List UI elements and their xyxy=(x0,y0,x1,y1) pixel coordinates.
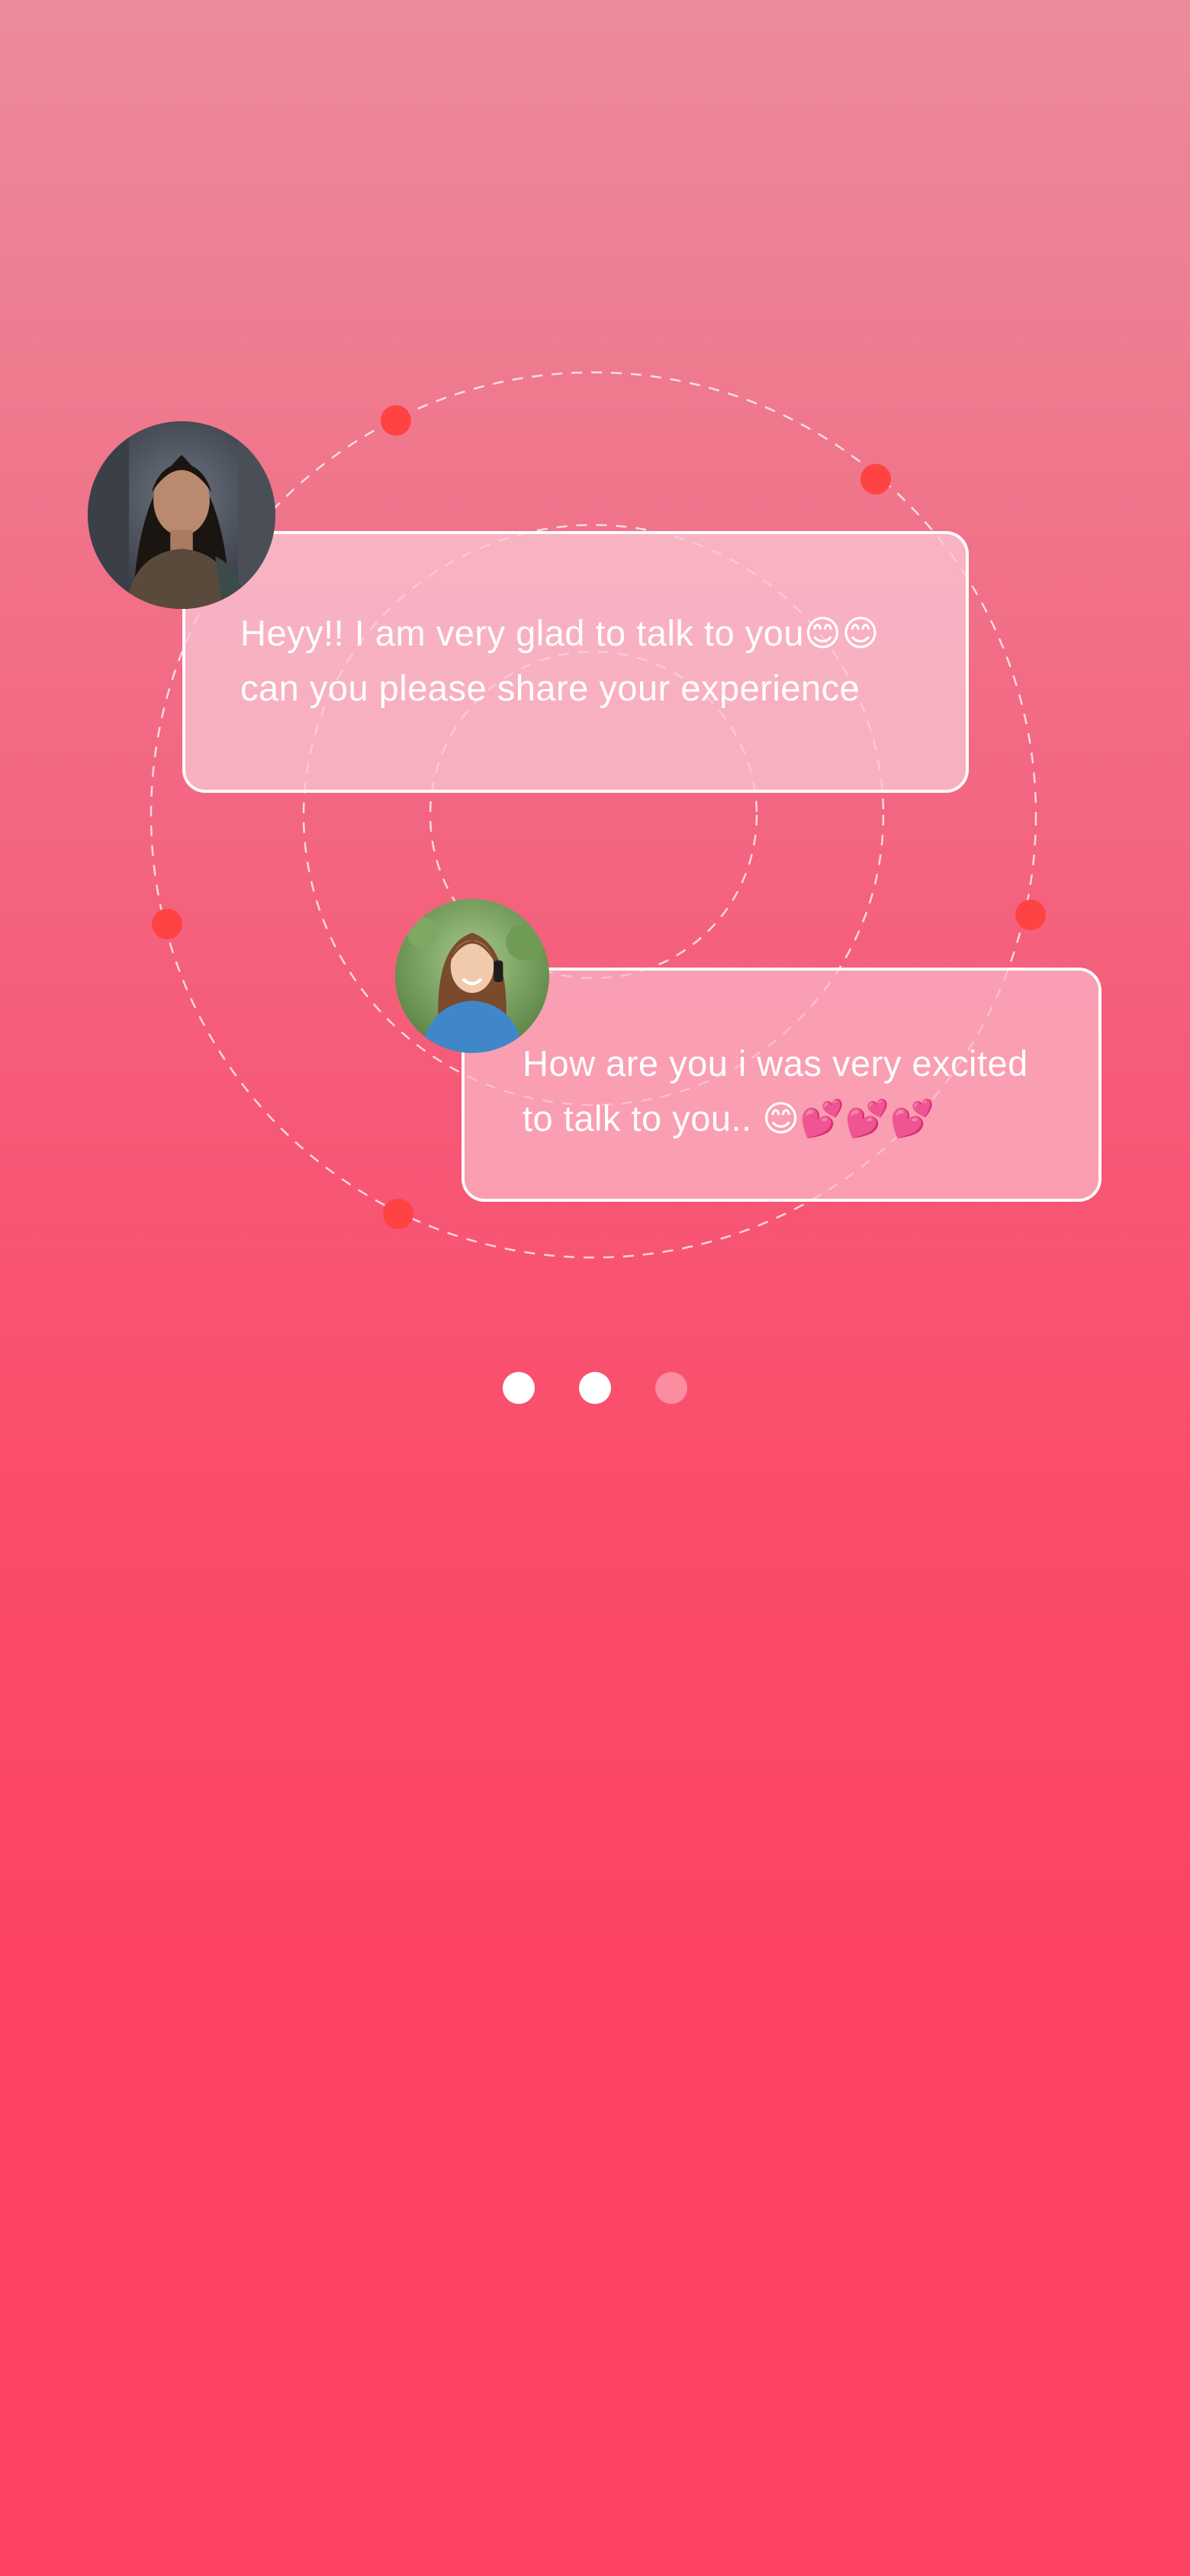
orbit-dot xyxy=(152,909,182,939)
page-dot-active[interactable] xyxy=(503,1372,535,1404)
chat-bubble-incoming: Heyy!! I am very glad to talk to you😊😊 c… xyxy=(182,531,969,793)
orbit-dot xyxy=(1015,900,1046,930)
page-indicator xyxy=(0,1372,1190,1404)
chat-message-line: Heyy!! I am very glad to talk to you😊😊 xyxy=(240,613,880,653)
user-avatar-woman-dark-hair xyxy=(88,421,275,609)
page-dot-inactive[interactable] xyxy=(655,1372,687,1404)
orbit-dot xyxy=(383,1199,413,1229)
page-dot-active[interactable] xyxy=(579,1372,611,1404)
orbit-dot xyxy=(860,464,891,494)
chat-message-line: to talk to you.. 😊💕💕💕 xyxy=(523,1098,935,1138)
orbit-dot xyxy=(381,405,411,436)
chat-message-line: How are you i was very excited xyxy=(523,1043,1028,1084)
onboarding-screen: Heyy!! I am very glad to talk to you😊😊 c… xyxy=(0,0,1190,2576)
user-avatar-woman-on-phone xyxy=(395,899,549,1053)
chat-message-line: can you please share your experience xyxy=(240,668,860,708)
chat-bubble-reply: How are you i was very excited to talk t… xyxy=(462,968,1102,1202)
